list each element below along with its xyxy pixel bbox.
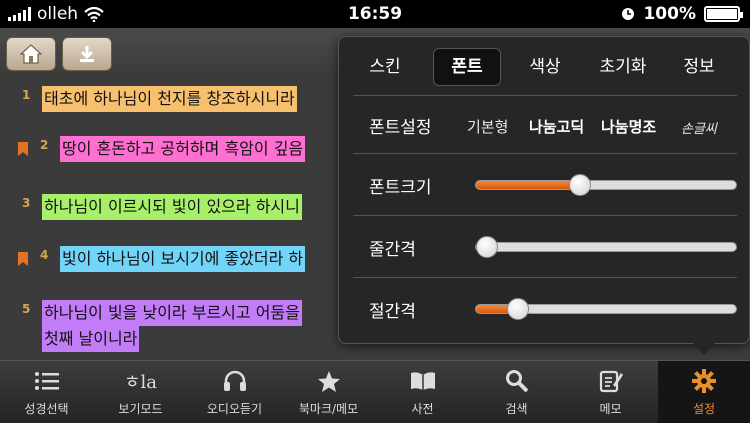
- font-option-basic[interactable]: 기본형: [467, 116, 508, 137]
- verse-text: 하나님이 이르시되 빛이 있으라 하시니: [42, 194, 302, 220]
- verse-number: 2: [40, 138, 49, 152]
- toolbar-label: 성경선택: [24, 402, 69, 416]
- status-bar: olleh 16:59 100%: [0, 0, 750, 28]
- text-style-icon: ㅎla: [123, 372, 158, 393]
- search-icon: [505, 370, 528, 393]
- verse-number: 1: [22, 88, 31, 102]
- toolbar-bookmark-memo[interactable]: 북마크/메모: [282, 361, 375, 423]
- bookmark-icon: [18, 142, 28, 156]
- toolbar-label: 보기모드: [118, 402, 163, 416]
- tab-reset[interactable]: 초기화: [587, 48, 659, 86]
- download-icon: [80, 46, 94, 62]
- tab-color[interactable]: 색상: [515, 48, 575, 86]
- font-size-row: 폰트크기: [353, 153, 737, 215]
- settings-tabs: 스킨 폰트 색상 초기화 정보: [339, 37, 749, 95]
- font-size-label: 폰트크기: [369, 178, 432, 198]
- list-icon: [34, 372, 59, 390]
- toolbar-search[interactable]: 검색: [470, 361, 563, 423]
- toolbar-memo[interactable]: 메모: [564, 361, 657, 423]
- font-setting-row: 폰트설정 기본형 나눔고딕 나눔명조 손글씨: [353, 95, 737, 153]
- toolbar-label: 메모: [599, 402, 622, 416]
- toolbar-bible-select[interactable]: 성경선택: [0, 361, 93, 423]
- font-setting-label: 폰트설정: [369, 118, 432, 138]
- paragraph-spacing-label: 절간격: [369, 302, 416, 322]
- popup-pointer: [693, 343, 715, 355]
- download-button[interactable]: [62, 37, 112, 71]
- line-spacing-label: 줄간격: [369, 240, 416, 260]
- slider-knob[interactable]: [569, 174, 591, 196]
- verse-text: 땅이 혼돈하고 공허하며 흑암이 깊음: [60, 136, 306, 162]
- verse-text: 하나님이 빛을 낮이라 부르시고 어둠을: [42, 300, 302, 326]
- toolbar-settings[interactable]: 설정: [658, 361, 750, 423]
- alarm-icon: [622, 8, 635, 20]
- book-icon: [410, 372, 435, 390]
- verse-text: 태초에 하나님이 천지를 창조하시니라: [42, 86, 297, 112]
- line-spacing-slider[interactable]: [475, 236, 737, 258]
- bottom-toolbar: 성경선택 ㅎla 보기모드 오디오듣기 북마크/메모 사전 검색 메모 설정: [0, 360, 750, 423]
- verse-number: 3: [22, 196, 31, 210]
- memo-pencil-icon: [599, 370, 623, 393]
- home-button[interactable]: [6, 37, 56, 71]
- toolbar-audio[interactable]: 오디오듣기: [188, 361, 281, 423]
- slider-fill: [476, 181, 580, 189]
- paragraph-spacing-slider[interactable]: [475, 298, 737, 320]
- verse-number: 4: [40, 248, 49, 262]
- paragraph-spacing-row: 절간격: [353, 277, 737, 339]
- battery-icon: [704, 6, 743, 22]
- toolbar-label: 검색: [505, 402, 528, 416]
- verse-number: 5: [22, 302, 31, 316]
- toolbar-dictionary[interactable]: 사전: [376, 361, 469, 423]
- verse-text: 빛이 하나님이 보시기에 좋았더라 하: [60, 246, 306, 272]
- settings-popup: 스킨 폰트 색상 초기화 정보 폰트설정 기본형 나눔고딕 나눔명조 손글씨 폰…: [338, 36, 750, 344]
- tab-info[interactable]: 정보: [669, 48, 729, 86]
- verse-text-continued: 첫째 날이니라: [42, 326, 140, 352]
- toolbar-label: 설정: [692, 402, 716, 416]
- toolbar-label: 오디오듣기: [206, 402, 263, 416]
- headphones-icon: [223, 370, 246, 391]
- toolbar-view-mode[interactable]: ㅎla 보기모드: [94, 361, 187, 423]
- tab-font[interactable]: 폰트: [433, 48, 501, 86]
- battery-percent: 100%: [643, 4, 696, 24]
- font-option-nanum-myeongjo[interactable]: 나눔명조: [601, 116, 656, 137]
- toolbar-label: 북마크/메모: [298, 402, 359, 416]
- gear-icon: [692, 369, 716, 393]
- slider-knob[interactable]: [476, 236, 498, 258]
- font-size-slider[interactable]: [475, 174, 737, 196]
- star-icon: [317, 370, 340, 392]
- home-icon: [20, 44, 42, 64]
- toolbar-label: 사전: [411, 402, 434, 416]
- font-option-nanum-gothic[interactable]: 나눔고딕: [529, 116, 584, 137]
- tab-skin[interactable]: 스킨: [355, 48, 415, 86]
- bookmark-icon: [18, 252, 28, 266]
- line-spacing-row: 줄간격: [353, 215, 737, 277]
- slider-knob[interactable]: [506, 298, 529, 320]
- font-option-handwriting[interactable]: 손글씨: [681, 118, 717, 137]
